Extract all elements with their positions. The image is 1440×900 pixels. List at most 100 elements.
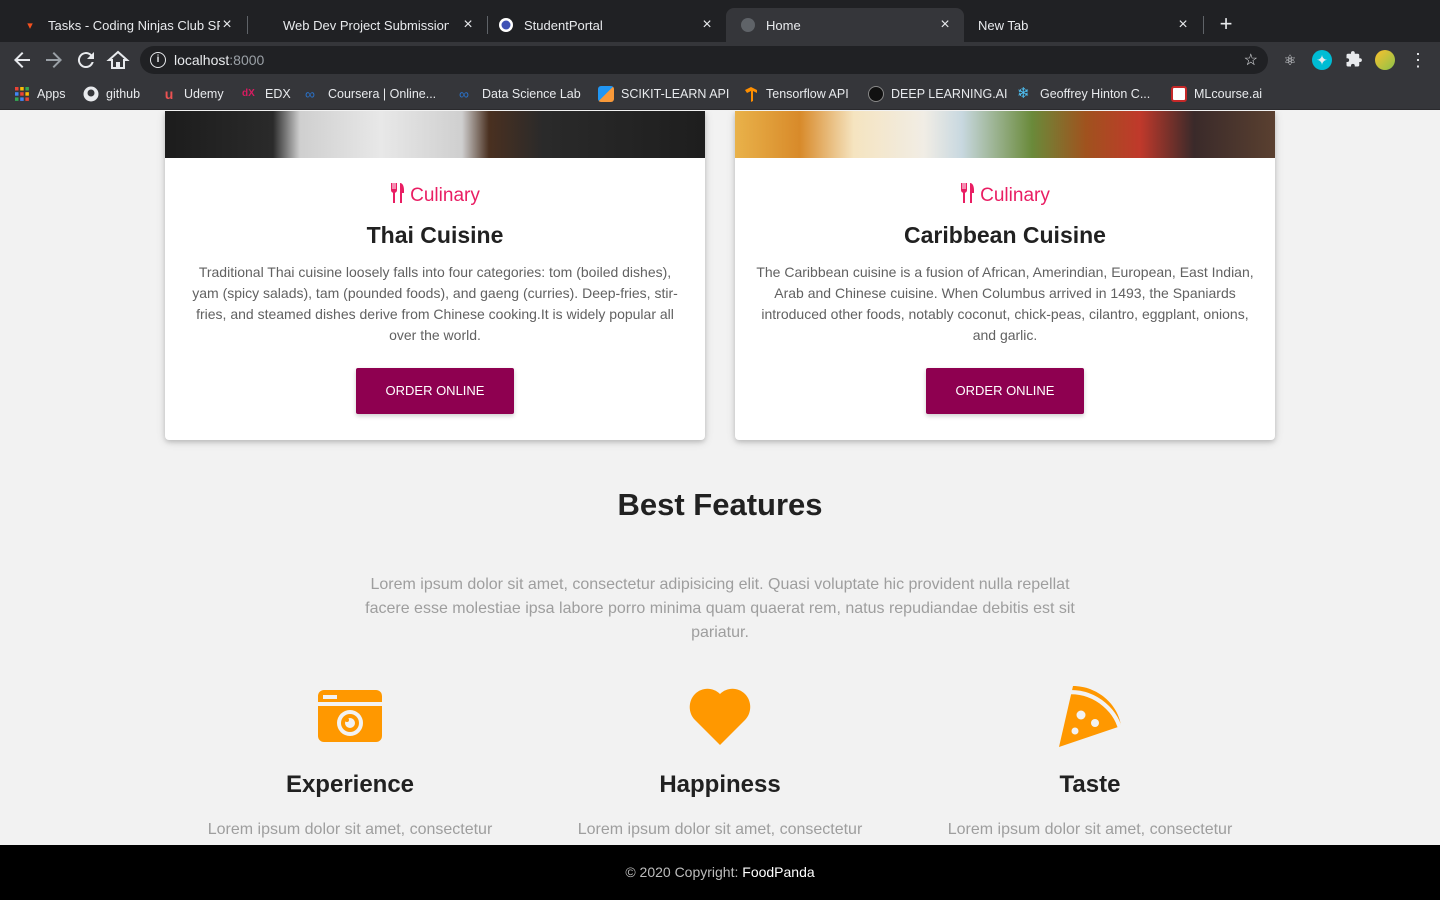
deeplearning-ai-icon	[868, 86, 884, 102]
bookmarks-bar: Apps github u Udemy dX EDX ∞ Coursera | …	[0, 78, 1440, 110]
close-tab-icon[interactable]: ×	[218, 16, 236, 34]
mlcourse-icon	[1171, 86, 1187, 102]
pizza-icon	[1057, 683, 1124, 749]
address-port: :8000	[229, 52, 265, 68]
bookmark-label: Apps	[37, 87, 66, 101]
browser-tab-active[interactable]: Home ×	[726, 8, 964, 42]
card-category: Culinary	[735, 183, 1275, 209]
tensorflow-icon	[743, 86, 759, 102]
utensils-icon	[390, 183, 406, 209]
bookmark-scikit-learn[interactable]: SCIKIT-LEARN API	[598, 85, 729, 103]
bookmark-label: Udemy	[184, 87, 224, 101]
browser-tab-bar: ▾ Tasks - Coding Ninjas Club SRM × Web D…	[0, 0, 1440, 42]
feature-text: Lorem ipsum dolor sit amet, consectetur	[207, 821, 493, 838]
edx-icon: dX	[242, 88, 255, 99]
bookmark-label: github	[106, 87, 141, 101]
cuisine-card: Culinary Caribbean Cuisine The Caribbean…	[735, 111, 1275, 440]
tab-title: StudentPortal	[524, 17, 603, 33]
tab-separator	[247, 16, 248, 34]
feature-text: Lorem ipsum dolor sit amet, consectetur	[577, 821, 863, 838]
coding-ninjas-favicon: ▾	[27, 19, 33, 32]
globe-icon	[740, 17, 756, 33]
bookmark-mlcourse[interactable]: MLcourse.ai	[1171, 85, 1262, 103]
profile-avatar[interactable]	[1375, 50, 1395, 70]
scikit-learn-icon	[598, 86, 614, 102]
browser-tab[interactable]: Web Dev Project Submission ×	[255, 8, 487, 42]
order-online-button[interactable]: ORDER ONLINE	[356, 368, 514, 414]
card-category: Culinary	[165, 183, 705, 209]
bookmark-udemy[interactable]: u Udemy	[161, 85, 224, 103]
bookmark-geoffrey-hinton[interactable]: ❄ Geoffrey Hinton C...	[1017, 85, 1150, 103]
react-devtools-icon[interactable]: ⚛	[1280, 50, 1300, 70]
home-icon[interactable]	[106, 48, 130, 72]
section-description: Lorem ipsum dolor sit amet, consectetur …	[365, 576, 1075, 641]
close-tab-icon[interactable]: ×	[459, 16, 477, 34]
tab-title: Tasks - Coding Ninjas Club SRM	[48, 17, 220, 33]
bookmark-label: Geoffrey Hinton C...	[1040, 87, 1151, 101]
bookmark-deeplearning-ai[interactable]: DEEP LEARNING.AI	[868, 85, 1007, 103]
puzzle-extensions-icon[interactable]	[1344, 50, 1364, 70]
close-tab-icon[interactable]: ×	[698, 16, 716, 34]
bookmark-label: Tensorflow API	[766, 87, 849, 101]
udemy-icon: u	[164, 86, 174, 102]
bookmark-label: SCIKIT-LEARN API	[621, 87, 730, 101]
card-category-label: Culinary	[410, 185, 480, 206]
bookmark-apps[interactable]: Apps	[14, 85, 66, 103]
browser-tab[interactable]: New Tab ×	[964, 8, 1202, 42]
feature-text: Lorem ipsum dolor sit amet, consectetur	[947, 821, 1233, 838]
browser-tab[interactable]: StudentPortal ×	[484, 8, 726, 42]
address-host: localhost	[174, 52, 230, 68]
browser-tab[interactable]: ▾ Tasks - Coding Ninjas Club SRM ×	[8, 8, 246, 42]
close-tab-icon[interactable]: ×	[936, 16, 954, 34]
feature-item: Happiness Lorem ipsum dolor sit amet, co…	[530, 683, 910, 839]
address-bar[interactable]: i localhost:8000 ☆	[140, 46, 1268, 74]
bookmark-label: MLcourse.ai	[1194, 87, 1263, 101]
feature-item: Experience Lorem ipsum dolor sit amet, c…	[160, 683, 540, 839]
site-info-icon[interactable]: i	[150, 52, 166, 68]
bookmark-label: DEEP LEARNING.AI	[891, 87, 1008, 101]
coursera-icon: ∞	[459, 86, 469, 102]
utensils-icon	[960, 183, 976, 209]
coursera-icon: ∞	[305, 86, 315, 102]
bookmark-star-icon[interactable]: ☆	[1244, 50, 1258, 70]
reload-icon[interactable]	[74, 48, 98, 72]
card-title: Caribbean Cuisine	[904, 222, 1106, 248]
tab-title: Home	[766, 17, 801, 33]
snowflake-icon: ❄	[1017, 85, 1030, 102]
bookmark-tensorflow[interactable]: Tensorflow API	[743, 85, 849, 103]
card-description: The Caribbean cuisine is a fusion of Afr…	[756, 264, 1254, 343]
new-tab-icon[interactable]: +	[1214, 12, 1238, 36]
menu-kebab-icon[interactable]: ⋮	[1408, 50, 1428, 70]
feature-title: Happiness	[659, 771, 781, 798]
order-online-button[interactable]: ORDER ONLINE	[926, 368, 1084, 414]
back-arrow-icon[interactable]	[10, 48, 34, 72]
feature-item: Taste Lorem ipsum dolor sit amet, consec…	[900, 683, 1280, 839]
bookmark-github[interactable]: github	[83, 85, 140, 103]
browser-toolbar: i localhost:8000 ☆ ⚛ ✦ ⋮	[0, 42, 1440, 78]
student-portal-favicon	[498, 17, 514, 33]
forward-arrow-icon[interactable]	[42, 48, 66, 72]
feature-title: Experience	[285, 771, 415, 798]
bookmark-edx[interactable]: dX EDX	[242, 85, 291, 103]
card-title: Thai Cuisine	[366, 222, 504, 248]
apps-grid-icon	[14, 86, 30, 102]
bookmark-label: EDX	[265, 87, 291, 101]
tab-title: New Tab	[978, 17, 1029, 33]
thai-food-image	[165, 111, 705, 158]
github-icon	[83, 86, 99, 102]
close-tab-icon[interactable]: ×	[1174, 16, 1192, 34]
page-content: Culinary Thai Cuisine Traditional Thai c…	[0, 111, 1440, 845]
card-description: Traditional Thai cuisine loosely falls i…	[192, 264, 678, 343]
card-category-label: Culinary	[980, 185, 1050, 206]
footer-copyright: © 2020 Copyright:	[625, 864, 739, 880]
bookmark-label: Data Science Lab	[482, 87, 581, 101]
bookmark-data-science-lab[interactable]: ∞ Data Science Lab	[459, 85, 581, 103]
footer-brand-link[interactable]: FoodPanda	[742, 864, 814, 880]
caribbean-food-image	[735, 111, 1275, 158]
camera-icon	[317, 683, 383, 749]
section-title: Best Features	[617, 487, 823, 522]
bookmark-coursera[interactable]: ∞ Coursera | Online...	[305, 85, 436, 103]
bookmark-label: Coursera | Online...	[328, 87, 437, 101]
extension-icon[interactable]: ✦	[1312, 50, 1332, 70]
tab-separator	[1203, 16, 1204, 34]
